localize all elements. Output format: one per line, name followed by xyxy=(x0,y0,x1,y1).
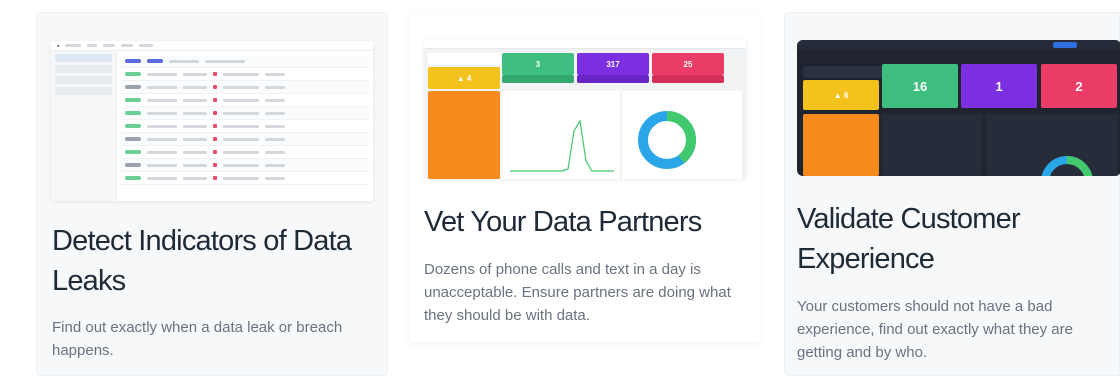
card-description: Dozens of phone calls and text in a day … xyxy=(424,261,731,324)
data-leaks-screenshot: ● xyxy=(51,41,373,201)
data-partners-screenshot: ▲ 4 3 317 25 xyxy=(424,39,746,179)
card-description: Find out exactly when a data leak or bre… xyxy=(52,319,343,359)
mini-topbar: ● xyxy=(51,41,373,51)
mini-table xyxy=(121,55,369,201)
mini-donut-chart xyxy=(638,111,696,169)
card-description: Your customers should not have a bad exp… xyxy=(797,298,1073,361)
card-title: Detect Indicators of Data Leaks xyxy=(52,225,352,297)
mini-donut-chart xyxy=(1041,156,1093,176)
mini-line-chart xyxy=(510,119,614,172)
card-title: Vet Your Data Partners xyxy=(424,206,702,238)
mini-logo: ● xyxy=(57,43,60,48)
mini-sidebar xyxy=(51,51,117,201)
feature-card-customer-experience: ▲ 6 16 1 2 Validate Customer Experience … xyxy=(784,12,1120,376)
feature-card-data-leaks: ● Detect Indicators of Data Leaks Find o… xyxy=(36,12,388,376)
feature-card-data-partners: ▲ 4 3 317 25 Vet Your Data Partners Doze… xyxy=(410,12,760,342)
card-title: Validate Customer Experience xyxy=(797,203,1021,275)
customer-experience-screenshot: ▲ 6 16 1 2 xyxy=(797,40,1120,176)
